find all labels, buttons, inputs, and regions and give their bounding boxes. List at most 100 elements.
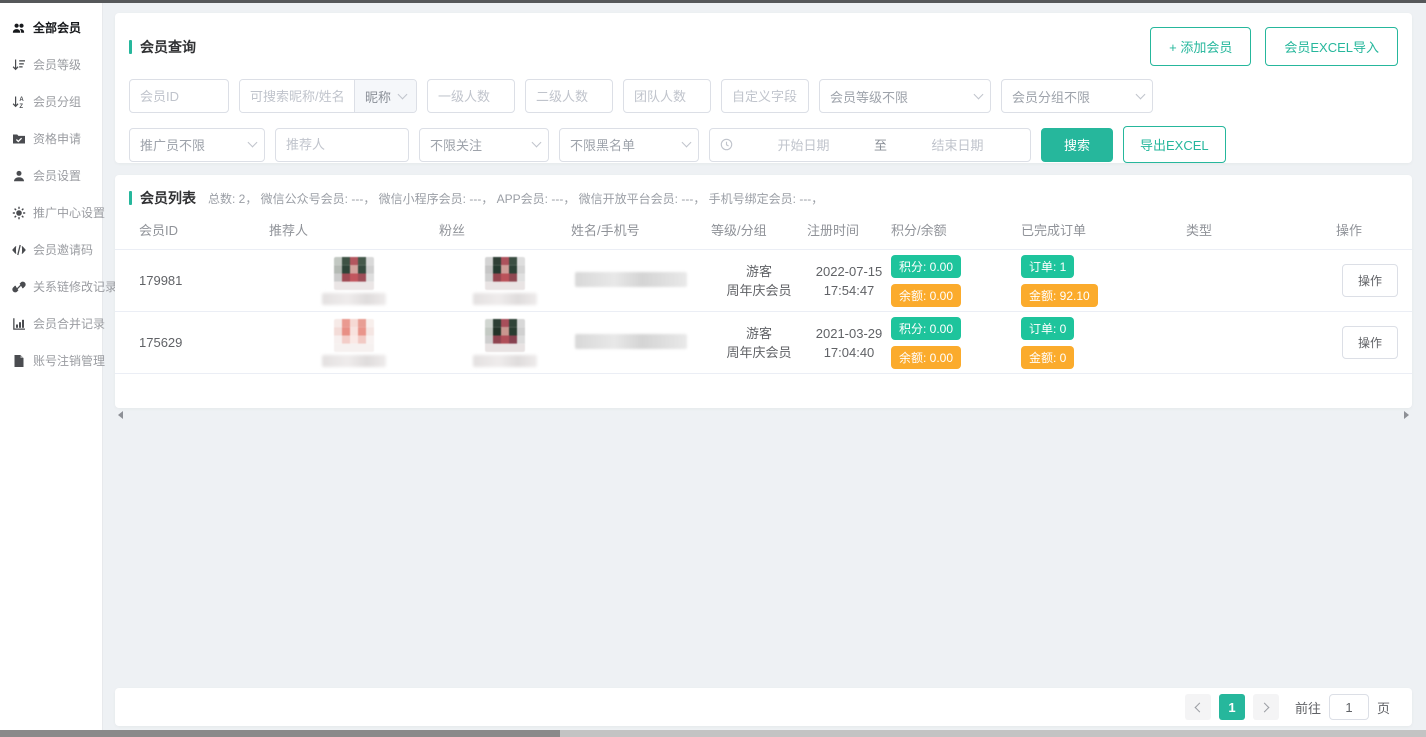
- pagination-bar: 1 前往 页: [115, 688, 1412, 726]
- code-icon: [12, 243, 26, 257]
- row-action-button[interactable]: 操作: [1342, 326, 1398, 359]
- sidebar-item-all-members[interactable]: 全部会员: [0, 9, 102, 46]
- orders-badge: 订单: 0: [1021, 317, 1074, 340]
- link-icon: [12, 280, 26, 294]
- chevron-right-icon: [1260, 702, 1270, 712]
- users-icon: [12, 21, 26, 35]
- col-header-fans: 粉丝: [439, 220, 571, 239]
- sidebar-item-member-settings[interactable]: 会员设置: [0, 157, 102, 194]
- sidebar: 全部会员 会员等级 AZ 会员分组 资格申请 会员设置: [0, 3, 103, 730]
- page-number-button[interactable]: 1: [1219, 694, 1245, 720]
- title-accent-bar: [129, 40, 132, 54]
- query-panel-title: 会员查询: [129, 37, 196, 57]
- scroll-left-icon[interactable]: [118, 411, 123, 419]
- custom-field-input[interactable]: [721, 79, 809, 113]
- sidebar-item-invite-code[interactable]: 会员邀请码: [0, 231, 102, 268]
- table-row: 179981: [115, 250, 1412, 312]
- level2-count-input[interactable]: [525, 79, 613, 113]
- level1-count-input[interactable]: [427, 79, 515, 113]
- sidebar-item-qualification[interactable]: 资格申请: [0, 120, 102, 157]
- points-balance-cell: 积分: 0.00 余额: 0.00: [891, 317, 1021, 369]
- member-id-input[interactable]: [129, 79, 229, 113]
- goto-page-input[interactable]: [1329, 694, 1369, 720]
- points-badge: 积分: 0.00: [891, 255, 961, 278]
- level-group-cell: 游客 周年庆会员: [711, 324, 807, 362]
- col-header-name-phone: 姓名/手机号: [571, 220, 711, 239]
- col-header-points-balance: 积分/余额: [891, 220, 1021, 239]
- horizontal-scrollbar[interactable]: [115, 408, 1412, 422]
- search-button[interactable]: 搜索: [1041, 128, 1113, 162]
- member-level-select[interactable]: 会员等级不限: [819, 79, 991, 113]
- referrer-avatar: [334, 257, 374, 290]
- window-horizontal-scrollbar[interactable]: [0, 730, 1426, 737]
- start-date-placeholder[interactable]: 开始日期: [741, 135, 866, 154]
- promoter-select[interactable]: 推广员不限: [129, 128, 265, 162]
- sidebar-item-member-levels[interactable]: 会员等级: [0, 46, 102, 83]
- filter-row-1: 昵称 会员等级不限 会员分组不限: [129, 79, 1398, 113]
- level-value: 游客: [711, 262, 807, 281]
- add-member-button[interactable]: + 添加会员: [1150, 27, 1251, 66]
- sidebar-item-member-groups[interactable]: AZ 会员分组: [0, 83, 102, 120]
- sidebar-item-relation-log[interactable]: 关系链修改记录: [0, 268, 102, 305]
- user-icon: [12, 169, 26, 183]
- sidebar-item-label: 资格申请: [33, 130, 81, 147]
- keyword-search-group: 昵称: [239, 79, 417, 113]
- gear-icon: [12, 206, 26, 220]
- end-date-placeholder[interactable]: 结束日期: [895, 135, 1020, 154]
- next-page-button[interactable]: [1253, 694, 1279, 720]
- member-id-cell: 179981: [139, 273, 269, 288]
- amount-badge: 金额: 92.10: [1021, 284, 1098, 307]
- referrer-input[interactable]: [275, 128, 409, 162]
- fans-cell: [439, 257, 571, 305]
- actions-cell: 操作: [1336, 264, 1412, 297]
- sidebar-item-merge-log[interactable]: 会员合并记录: [0, 305, 102, 342]
- page-unit-label: 页: [1377, 698, 1390, 717]
- col-header-reg-time: 注册时间: [807, 220, 891, 239]
- keyword-type-select[interactable]: 昵称: [354, 80, 416, 112]
- sidebar-item-account-cancellation[interactable]: 账号注销管理: [0, 342, 102, 379]
- group-value: 周年庆会员: [711, 343, 807, 362]
- chevron-down-icon: [682, 138, 692, 148]
- main-content: 会员查询 + 添加会员 会员EXCEL导入 昵称: [103, 3, 1426, 730]
- col-header-actions: 操作: [1336, 220, 1412, 239]
- reg-time-cell: 2021-03-29 17:04:40: [807, 324, 891, 362]
- file-icon: [12, 354, 26, 368]
- referrer-cell: [269, 319, 439, 367]
- fan-avatar: [485, 319, 525, 352]
- keyword-input[interactable]: [240, 80, 354, 112]
- follow-filter-select[interactable]: 不限关注: [419, 128, 549, 162]
- member-group-select[interactable]: 会员分组不限: [1001, 79, 1153, 113]
- sidebar-item-label: 会员合并记录: [33, 315, 105, 332]
- row-action-button[interactable]: 操作: [1342, 264, 1398, 297]
- fan-name-redacted: [473, 355, 537, 367]
- reg-date: 2022-07-15: [807, 262, 891, 281]
- scrollbar-thumb[interactable]: [0, 730, 560, 737]
- balance-badge: 余额: 0.00: [891, 346, 961, 369]
- prev-page-button[interactable]: [1185, 694, 1211, 720]
- col-header-level-group: 等级/分组: [711, 220, 807, 239]
- date-range-picker[interactable]: 开始日期 至 结束日期: [709, 128, 1031, 162]
- sidebar-item-promotion-settings[interactable]: 推广中心设置: [0, 194, 102, 231]
- export-excel-button[interactable]: 导出EXCEL: [1123, 126, 1226, 163]
- member-query-panel: 会员查询 + 添加会员 会员EXCEL导入 昵称: [115, 13, 1412, 163]
- member-list-panel: 会员列表 总数: 2， 微信公众号会员: ---， 微信小程序会员: ---， …: [115, 175, 1412, 408]
- referrer-name-redacted: [322, 355, 386, 367]
- excel-import-button[interactable]: 会员EXCEL导入: [1265, 27, 1398, 66]
- svg-text:A: A: [19, 97, 24, 103]
- chevron-down-icon: [1136, 89, 1146, 99]
- scroll-right-icon[interactable]: [1404, 411, 1409, 419]
- team-count-input[interactable]: [623, 79, 711, 113]
- col-header-member-id: 会员ID: [139, 220, 269, 239]
- sort-amount-icon: [12, 58, 26, 72]
- chevron-down-icon: [398, 89, 408, 99]
- chevron-down-icon: [974, 89, 984, 99]
- referrer-cell: [269, 257, 439, 305]
- folder-check-icon: [12, 132, 26, 146]
- filter-row-2: 推广员不限 不限关注 不限黑名单 开始日期 至 结束日期: [129, 126, 1398, 163]
- chevron-down-icon: [248, 138, 258, 148]
- blacklist-filter-select[interactable]: 不限黑名单: [559, 128, 699, 162]
- col-header-type: 类型: [1186, 220, 1336, 239]
- orders-badge: 订单: 1: [1021, 255, 1074, 278]
- sidebar-item-label: 会员分组: [33, 93, 81, 110]
- referrer-avatar: [334, 319, 374, 352]
